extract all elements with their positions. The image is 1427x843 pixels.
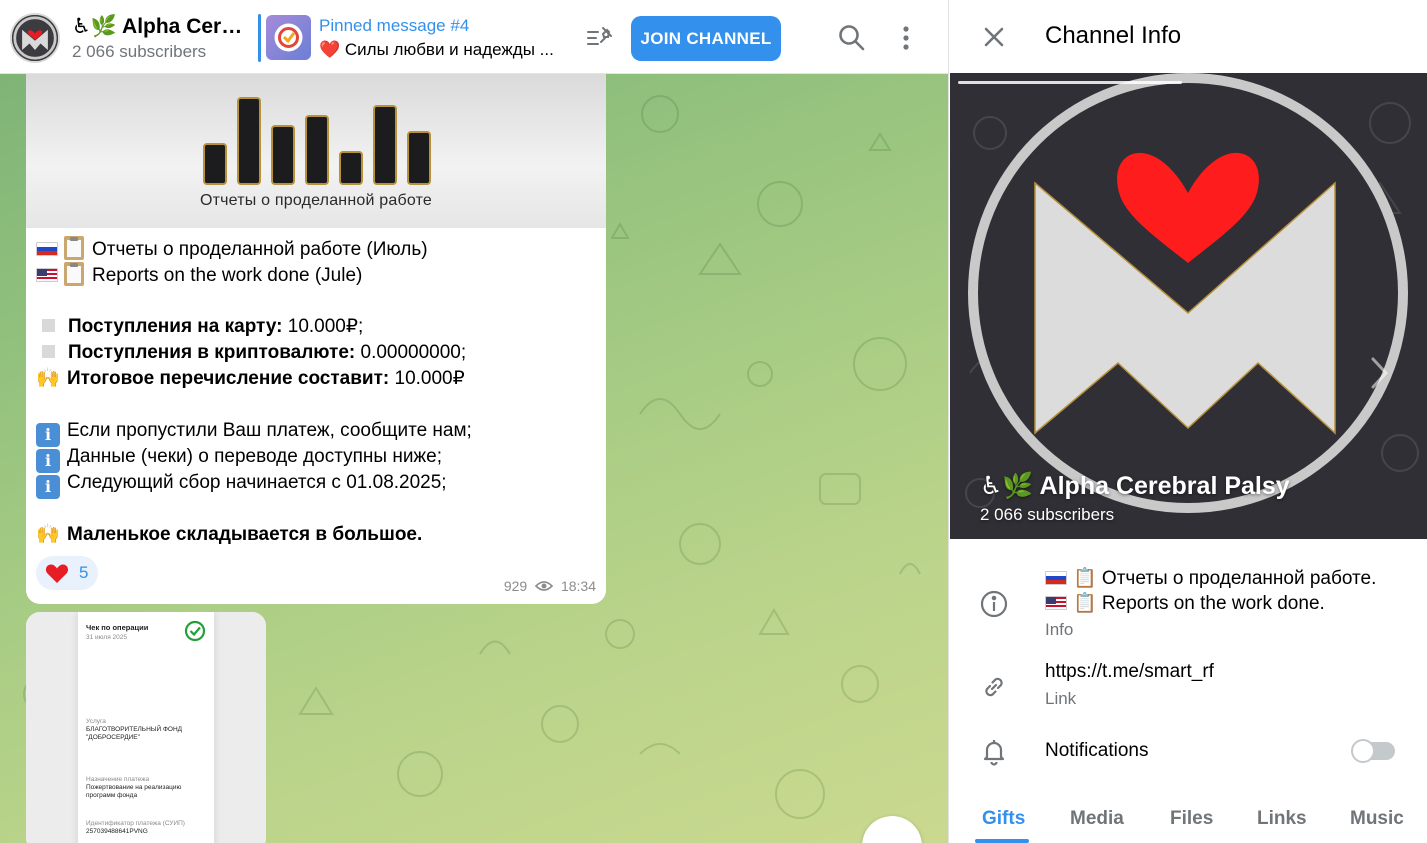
note-next-collection: Следующий сбор начинается с 01.08.2025; <box>67 472 447 493</box>
active-tab-indicator <box>975 839 1029 843</box>
panel-title: Channel Info <box>1045 22 1182 49</box>
total-label: Итоговое перечисление составит: <box>67 368 390 389</box>
usa-flag-icon <box>1045 596 1067 610</box>
square-bullet-icon <box>42 319 55 332</box>
photo-progress-bar <box>958 81 1182 84</box>
link-label: Link <box>1045 689 1077 708</box>
more-options-icon[interactable] <box>892 22 920 54</box>
view-count: 929 <box>503 578 528 594</box>
message-text: Отчеты о проделанной работе (Июль) Repor… <box>36 236 596 548</box>
message-time: 18:34 <box>560 578 596 594</box>
channel-avatar[interactable] <box>10 13 60 63</box>
tab-files[interactable]: Files <box>1170 808 1213 830</box>
receipt-id-label: Идентификатор платежа (СУИП) <box>86 820 185 827</box>
tab-links[interactable]: Links <box>1257 808 1307 830</box>
clipboard-icon <box>64 262 84 286</box>
raised-hands-icon: 🙌 <box>36 368 60 389</box>
total-value: 10.000₽ <box>389 368 465 389</box>
report-title-en: Reports on the work done (Jule) <box>92 265 363 286</box>
square-bullet-icon <box>42 345 55 358</box>
channel-info-panel: Channel Info ♿🌿 Alpha Cerebral Palsy 2 0… <box>948 0 1427 843</box>
message-meta: 929 18:34 <box>504 578 596 594</box>
notifications-toggle[interactable] <box>1351 739 1395 763</box>
message-image[interactable]: Отчеты о проделанной работе <box>26 74 606 228</box>
eye-icon <box>535 581 554 591</box>
receipt-date: 31 июля 2025 <box>86 634 127 641</box>
search-icon[interactable] <box>836 22 868 54</box>
tab-media[interactable]: Media <box>1070 808 1124 830</box>
chat-header: ♿🌿 Alpha Cerebral Palsy 2 066 subscriber… <box>0 0 948 74</box>
link-icon <box>979 672 1009 702</box>
bell-icon <box>979 736 1009 766</box>
crypto-income-value: 0.00000000; <box>355 342 467 363</box>
pinned-thumbnail[interactable] <box>266 15 311 60</box>
info-icon: i <box>36 475 60 499</box>
crypto-income-label: Поступления в криптовалюте: <box>68 342 356 363</box>
receipt-title: Чек по операции <box>86 623 149 632</box>
info-description-ru[interactable]: 📋 Отчеты о проделанной работе. <box>1045 566 1376 590</box>
channel-cover-photo[interactable]: ♿🌿 Alpha Cerebral Palsy 2 066 subscriber… <box>950 73 1427 539</box>
receipt-document: Чек по операции 31 июля 2025 Услуга БЛАГ… <box>78 612 214 843</box>
pinned-indicator <box>258 14 261 62</box>
note-missed-payment: Если пропустили Ваш платеж, сообщите нам… <box>67 420 472 441</box>
receipt-id-value: 257039488641PVNG <box>86 828 148 835</box>
join-channel-button[interactable]: JOIN CHANNEL <box>631 16 781 61</box>
channel-title[interactable]: ♿🌿 Alpha Cerebral Palsy <box>72 14 252 39</box>
receipt-purpose-value-2: программ фонда <box>86 792 138 799</box>
reaction-count: 5 <box>79 563 89 582</box>
subscriber-count: 2 066 subscribers <box>72 42 207 61</box>
close-icon[interactable] <box>979 22 1009 52</box>
receipt-service-value: БЛАГОТВОРИТЕЛЬНЫЙ ФОНД <box>86 726 183 733</box>
pinned-list-icon[interactable] <box>584 22 616 54</box>
media-tabs: Gifts Media Files Links Music <box>949 800 1427 843</box>
closing-line: Маленькое складывается в большое. <box>67 524 423 545</box>
receipt-service-label: Услуга <box>86 718 106 725</box>
card-income-label: Поступления на карту: <box>68 316 283 337</box>
message-bubble[interactable]: Отчеты о проделанной работе Отчеты о про… <box>26 74 606 604</box>
notifications-label: Notifications <box>1045 740 1149 761</box>
image-caption: Отчеты о проделанной работе <box>199 192 433 209</box>
receipt-service-value-2: "ДОБРОСЕРДИЕ" <box>86 734 140 741</box>
note-receipts: Данные (чеки) о переводе доступны ниже; <box>67 446 442 467</box>
info-label: Info <box>1045 620 1074 639</box>
channel-link[interactable]: https://t.me/smart_rf <box>1045 661 1214 683</box>
chevron-right-icon[interactable] <box>1364 353 1394 393</box>
cover-channel-name: ♿🌿 Alpha Cerebral Palsy <box>980 472 1290 500</box>
info-description-en[interactable]: 📋 Reports on the work done. <box>1045 591 1325 615</box>
heart-icon <box>45 564 69 583</box>
tab-music[interactable]: Music <box>1350 808 1404 830</box>
toggle-knob <box>1351 739 1375 763</box>
pinned-message-title[interactable]: Pinned message #4 <box>319 16 469 36</box>
chat-area[interactable]: Отчеты о проделанной работе Отчеты о про… <box>0 74 948 843</box>
receipt-purpose-label: Назначение платежа <box>86 776 150 783</box>
tab-gifts[interactable]: Gifts <box>982 808 1025 830</box>
receipt-purpose-value: Пожертвование на реализацию <box>86 784 182 791</box>
card-income-value: 10.000₽; <box>282 316 364 337</box>
russia-flag-icon <box>1045 571 1067 585</box>
heart-reaction[interactable]: 5 <box>36 556 98 590</box>
russia-flag-icon <box>36 242 58 256</box>
info-circle-icon <box>979 589 1009 619</box>
clipboard-icon <box>64 236 84 260</box>
cover-subscriber-count: 2 066 subscribers <box>980 505 1115 524</box>
usa-flag-icon <box>36 268 58 282</box>
raised-hands-icon: 🙌 <box>36 524 60 545</box>
report-title-ru: Отчеты о проделанной работе (Июль) <box>92 239 428 260</box>
pinned-message-text[interactable]: ❤️ Силы любви и надежды ... <box>319 40 569 60</box>
check-circle-icon <box>184 620 206 642</box>
receipt-image-message[interactable]: Чек по операции 31 июля 2025 Услуга БЛАГ… <box>26 612 266 843</box>
